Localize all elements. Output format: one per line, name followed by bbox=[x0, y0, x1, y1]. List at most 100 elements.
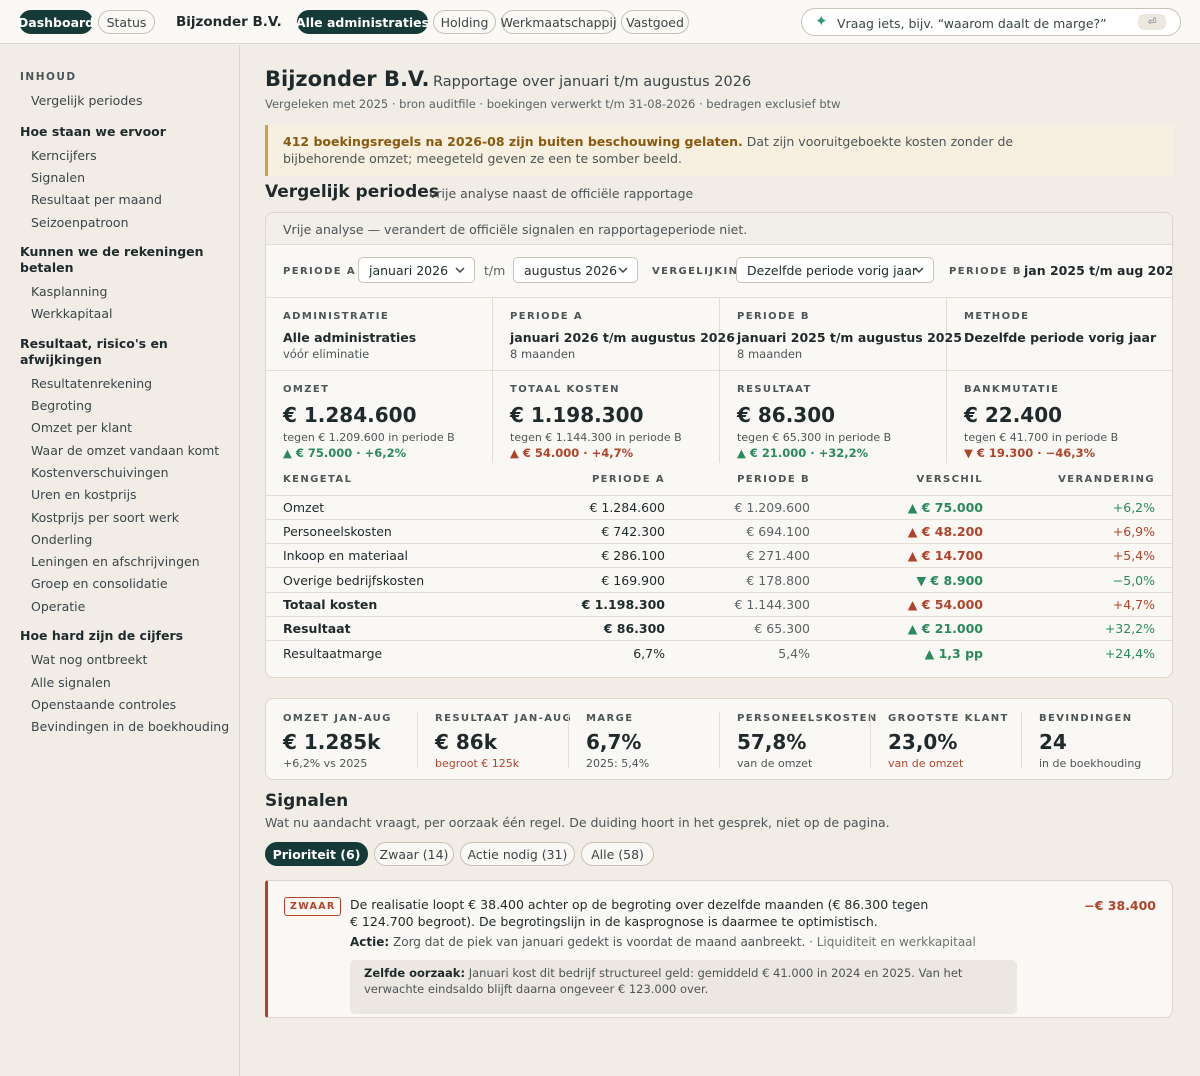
periode-a-from-select[interactable]: januari 2026 bbox=[358, 257, 475, 283]
vergelijking-select[interactable]: Dezelfde periode vorig jaar bbox=[736, 257, 934, 283]
total-value: € 22.400 bbox=[964, 403, 1063, 427]
sidebar-item[interactable]: Uren en kostprijs bbox=[31, 487, 137, 502]
col-periode-b: PERIODE B bbox=[737, 473, 810, 485]
info-value: januari 2025 t/m augustus 2025 bbox=[737, 330, 962, 345]
scope-alle-administraties[interactable]: Alle administraties bbox=[296, 10, 429, 34]
filter-prioriteit[interactable]: Prioriteit (6) bbox=[265, 842, 368, 866]
signal-card[interactable]: ZWAAR De realisatie loopt € 38.400 achte… bbox=[265, 880, 1173, 1018]
total-label: OMZET bbox=[283, 384, 330, 395]
sidebar-item[interactable]: Omzet per klant bbox=[31, 420, 132, 435]
table-row: Personeelskosten € 742.300 € 694.100 ▲ €… bbox=[266, 518, 1172, 544]
table-header: KENGETAL PERIODE A PERIODE B VERSCHIL VE… bbox=[266, 464, 1172, 495]
row-b: € 178.800 bbox=[682, 567, 827, 593]
signal-text: De realisatie loopt € 38.400 achter op d… bbox=[350, 897, 929, 929]
sidebar-item[interactable]: Operatie bbox=[31, 599, 85, 614]
info-value: januari 2026 t/m augustus 2026 bbox=[510, 330, 735, 345]
sidebar-item[interactable]: Werkkapitaal bbox=[31, 306, 112, 321]
col-periode-a: PERIODE A bbox=[591, 473, 665, 485]
enter-key-icon[interactable]: ⏎ bbox=[1138, 14, 1166, 30]
col-verandering: VERANDERING bbox=[1058, 473, 1155, 485]
row-a: € 286.100 bbox=[566, 543, 682, 568]
info-value: Alle administraties bbox=[283, 330, 417, 345]
total-label: BANKMUTATIE bbox=[964, 384, 1060, 395]
sidebar-item[interactable]: Alle signalen bbox=[31, 675, 111, 690]
kpi-label: MARGE bbox=[586, 713, 634, 724]
row-diff: ▲ € 54.000 bbox=[827, 591, 1000, 617]
sidebar-item[interactable]: Seizoenpatroon bbox=[31, 215, 129, 230]
alert-text: 412 boekingsregels na 2026-08 zijn buite… bbox=[283, 134, 1043, 167]
table-row: Overige bedrijfskosten € 169.900 € 178.8… bbox=[266, 567, 1172, 593]
row-change: +24,4% bbox=[1000, 640, 1172, 666]
total-label: TOTAAL KOSTEN bbox=[510, 384, 620, 395]
filter-zwaar[interactable]: Zwaar (14) bbox=[374, 842, 454, 866]
sidebar: INHOUD Vergelijk periodes Hoe staan we e… bbox=[0, 45, 240, 1076]
scope-holding[interactable]: Holding bbox=[433, 10, 496, 34]
scope-werkmaatschappij[interactable]: Werkmaatschappij bbox=[501, 10, 616, 34]
sidebar-item[interactable]: Begroting bbox=[31, 398, 92, 413]
sidebar-item[interactable]: Kasplanning bbox=[31, 284, 107, 299]
total-delta: ▲ € 21.000 · +32,2% bbox=[737, 446, 869, 460]
chevron-down-icon bbox=[455, 267, 465, 274]
row-a: € 86.300 bbox=[566, 615, 682, 641]
total-delta: ▼ € 19.300 · −46,3% bbox=[964, 446, 1096, 460]
total-tegen: tegen € 1.144.300 in periode B bbox=[510, 431, 682, 444]
sidebar-item[interactable]: Leningen en afschrijvingen bbox=[31, 554, 200, 569]
row-b: € 1.144.300 bbox=[682, 591, 827, 617]
page-meta: Vergeleken met 2025 · bron auditfile · b… bbox=[265, 97, 841, 111]
row-change: +6,9% bbox=[1000, 518, 1172, 544]
row-a: € 742.300 bbox=[566, 518, 682, 544]
total-value: € 1.284.600 bbox=[283, 403, 417, 427]
sidebar-item[interactable]: Resultatenrekening bbox=[31, 376, 152, 391]
row-diff: ▲ € 14.700 bbox=[827, 543, 1000, 568]
total-kosten: TOTAAL KOSTEN € 1.198.300 tegen € 1.144.… bbox=[493, 371, 720, 463]
sidebar-item[interactable]: Groep en consolidatie bbox=[31, 576, 168, 591]
filter-alle[interactable]: Alle (58) bbox=[581, 842, 654, 866]
row-b: 5,4% bbox=[682, 640, 827, 666]
nav-dashboard[interactable]: Dashboard bbox=[18, 10, 94, 34]
scope-vastgoed[interactable]: Vastgoed bbox=[621, 10, 689, 34]
sidebar-item[interactable]: Wat nog ontbreekt bbox=[31, 652, 147, 667]
alert-bold: 412 boekingsregels na 2026-08 zijn buite… bbox=[283, 134, 743, 149]
sidebar-item[interactable]: Kerncijfers bbox=[31, 148, 97, 163]
row-b: € 271.400 bbox=[682, 543, 827, 568]
sidebar-heading: Hoe staan we ervoor bbox=[20, 124, 166, 139]
periode-a-to-select[interactable]: augustus 2026 bbox=[513, 257, 638, 283]
sidebar-item[interactable]: Kostenverschuivingen bbox=[31, 465, 169, 480]
page-title: Bijzonder B.V. bbox=[265, 67, 430, 91]
sidebar-item[interactable]: Signalen bbox=[31, 170, 85, 185]
total-delta: ▲ € 54.000 · +4,7% bbox=[510, 446, 634, 460]
sidebar-heading-inhoud: INHOUD bbox=[20, 71, 77, 83]
table-row: Inkoop en materiaal € 286.100 € 271.400 … bbox=[266, 543, 1172, 568]
kpi-label: PERSONEELSKOSTEN bbox=[737, 713, 878, 724]
total-value: € 86.300 bbox=[737, 403, 836, 427]
info-label: PERIODE A bbox=[510, 311, 584, 322]
row-b: € 65.300 bbox=[682, 615, 827, 641]
chevron-down-icon bbox=[914, 267, 924, 274]
row-diff: ▼ € 8.900 bbox=[827, 567, 1000, 593]
row-name: Overige bedrijfskosten bbox=[266, 567, 566, 593]
sidebar-item[interactable]: Openstaande controles bbox=[31, 697, 176, 712]
total-tegen: tegen € 1.209.600 in periode B bbox=[283, 431, 455, 444]
sidebar-item[interactable]: Bevindingen in de boekhouding bbox=[31, 719, 229, 734]
sidebar-item[interactable]: Waar de omzet vandaan komt bbox=[31, 443, 219, 458]
sidebar-item[interactable]: Resultaat per maand bbox=[31, 192, 162, 207]
chevron-down-icon bbox=[618, 267, 628, 274]
sidebar-item-vergelijk-periodes[interactable]: Vergelijk periodes bbox=[31, 93, 142, 108]
action-reference-link[interactable]: · Liquiditeit en werkkapitaal bbox=[805, 935, 976, 949]
row-change: +32,2% bbox=[1000, 615, 1172, 641]
info-label: PERIODE B bbox=[737, 311, 810, 322]
filter-actie-nodig[interactable]: Actie nodig (31) bbox=[460, 842, 575, 866]
kpi-bevindingen: BEVINDINGEN 24 in de boekhouding bbox=[1021, 712, 1172, 770]
nav-status[interactable]: Status bbox=[98, 10, 155, 34]
sidebar-item[interactable]: Onderling bbox=[31, 532, 92, 547]
ask-box[interactable]: ✦ ⏎ bbox=[801, 8, 1181, 36]
vergelijking-value: Dezelfde periode vorig jaar bbox=[747, 263, 918, 278]
sidebar-item[interactable]: Kostprijs per soort werk bbox=[31, 510, 179, 525]
row-b: € 694.100 bbox=[682, 518, 827, 544]
kpi-sub: van de omzet bbox=[888, 757, 964, 770]
kpi-label: GROOTSTE KLANT bbox=[888, 713, 1009, 724]
row-diff: ▲ 1,3 pp bbox=[827, 640, 1000, 666]
brand-name: Bijzonder B.V. bbox=[176, 14, 282, 30]
totals-row: OMZET € 1.284.600 tegen € 1.209.600 in p… bbox=[266, 370, 1172, 463]
ask-input[interactable] bbox=[837, 14, 1132, 32]
